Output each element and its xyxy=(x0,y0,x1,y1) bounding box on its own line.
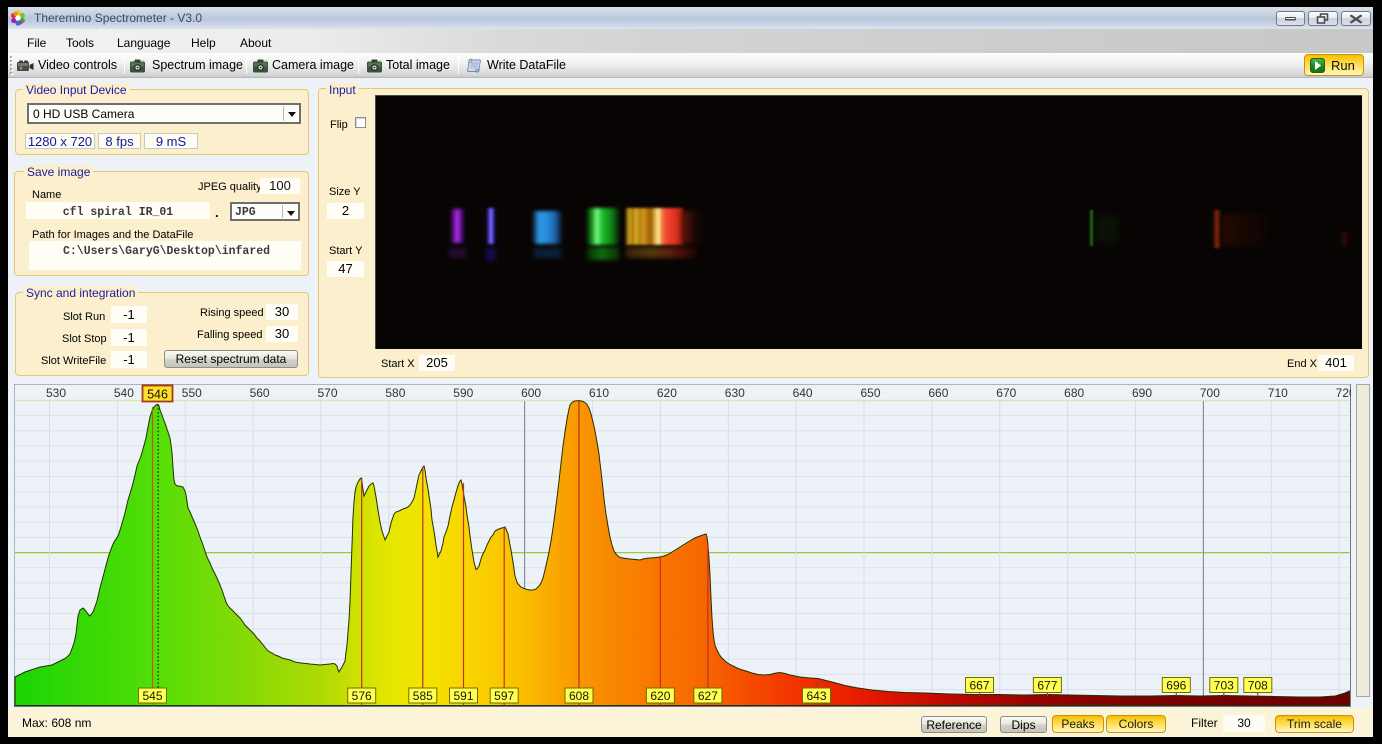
svg-text:590: 590 xyxy=(453,386,473,400)
svg-text:576: 576 xyxy=(352,689,372,703)
svg-text:591: 591 xyxy=(453,689,473,703)
svg-text:610: 610 xyxy=(589,386,609,400)
svg-text:696: 696 xyxy=(1166,679,1186,693)
svg-text:700: 700 xyxy=(1200,386,1220,400)
svg-text:600: 600 xyxy=(521,386,541,400)
svg-text:620: 620 xyxy=(657,386,677,400)
svg-text:630: 630 xyxy=(725,386,745,400)
svg-text:627: 627 xyxy=(698,689,718,703)
svg-text:720: 720 xyxy=(1336,386,1351,400)
svg-text:580: 580 xyxy=(385,386,405,400)
svg-text:560: 560 xyxy=(250,386,270,400)
svg-text:597: 597 xyxy=(494,689,514,703)
svg-text:643: 643 xyxy=(806,689,826,703)
svg-text:708: 708 xyxy=(1248,679,1268,693)
svg-text:650: 650 xyxy=(860,386,880,400)
svg-text:710: 710 xyxy=(1268,386,1288,400)
svg-text:660: 660 xyxy=(928,386,948,400)
svg-text:546: 546 xyxy=(147,388,168,402)
svg-text:680: 680 xyxy=(1064,386,1084,400)
svg-text:620: 620 xyxy=(650,689,670,703)
svg-text:545: 545 xyxy=(142,689,162,703)
svg-text:677: 677 xyxy=(1037,679,1057,693)
svg-text:640: 640 xyxy=(793,386,813,400)
svg-text:608: 608 xyxy=(569,689,589,703)
svg-text:670: 670 xyxy=(996,386,1016,400)
svg-text:667: 667 xyxy=(969,679,989,693)
svg-text:585: 585 xyxy=(413,689,433,703)
svg-text:703: 703 xyxy=(1214,679,1234,693)
svg-text:690: 690 xyxy=(1132,386,1152,400)
svg-text:540: 540 xyxy=(114,386,134,400)
svg-text:550: 550 xyxy=(182,386,202,400)
svg-text:530: 530 xyxy=(46,386,66,400)
svg-text:570: 570 xyxy=(317,386,337,400)
